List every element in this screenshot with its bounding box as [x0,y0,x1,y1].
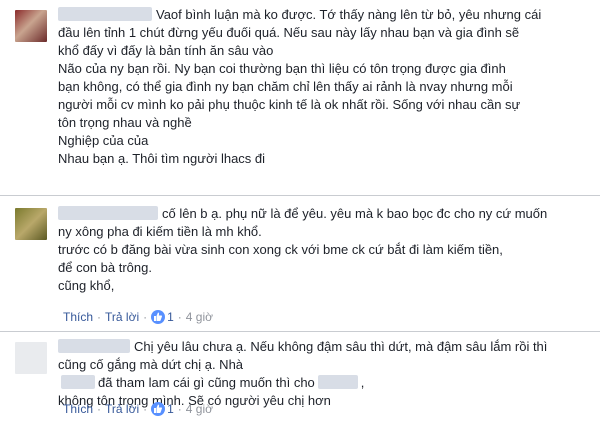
avatar[interactable] [15,208,47,240]
reply-link[interactable]: Trả lời [105,310,139,324]
like-count[interactable]: 1 [167,402,174,416]
comment-line: cũng khổ, [58,278,115,293]
thumbs-up-icon[interactable] [151,310,166,324]
comment-line: , [360,375,365,390]
like-count[interactable]: 1 [167,310,174,324]
comment-1: Vaof bình luận mà ko được. Tớ thấy nàng … [0,0,600,195]
timestamp[interactable]: 4 giờ [186,310,213,324]
avatar[interactable] [15,10,47,42]
comment-line: Nhau bạn ạ. Thôi tìm người lhacs đi [58,151,266,166]
comment-body: cố lên b ạ. phụ nữ là để yêu. yêu mà k b… [58,205,547,295]
comment-actions: Thích · Trả lời · 1 · 4 giờ [63,402,214,416]
comment-line: Nghiệp của của [58,133,149,148]
reply-link[interactable]: Trả lời [105,402,139,416]
avatar[interactable] [15,342,47,374]
comment-line: cũng cố gắng mà dứt chị ạ. Nhà [58,357,244,372]
comment-body: Vaof bình luận mà ko được. Tớ thấy nàng … [58,6,541,168]
comment-line: cố lên b ạ. phụ nữ là để yêu. yêu mà k b… [162,206,548,221]
like-link[interactable]: Thích [63,402,93,416]
comment-3: Chị yêu lâu chưa ạ. Nếu không đậm sâu th… [0,332,600,427]
comment-line: bạn không, có thể gia đình ny bạn chăm c… [58,79,513,94]
author-name-redacted[interactable] [58,206,158,220]
comment-line: khổ đấy vì đấy là bản tính ăn sâu vào [58,43,274,58]
comment-line: Vaof bình luận mà ko được. Tớ thấy nàng … [156,7,542,22]
redacted-name [61,375,95,389]
thumbs-up-icon[interactable] [151,402,166,416]
comment-line: để con bà trông. [58,260,152,275]
timestamp[interactable]: 4 giờ [186,402,213,416]
comment-line: đầu lên tỉnh 1 chút đừng yếu đuối quá. N… [58,25,520,40]
comment-thread: Vaof bình luận mà ko được. Tớ thấy nàng … [0,0,600,427]
comment-actions: Thích · Trả lời · 1 · 4 giờ [63,310,214,324]
comment-line: ny xông pha đi kiếm tiền là mh khổ. [58,224,262,239]
like-link[interactable]: Thích [63,310,93,324]
comment-line: Chị yêu lâu chưa ạ. Nếu không đậm sâu th… [134,339,548,354]
author-name-redacted[interactable] [58,7,152,21]
comment-line: Não của ny bạn rồi. Ny bạn coi thường bạ… [58,61,506,76]
comment-line: trước có b đăng bài vừa sinh con xong ck… [58,242,503,257]
comment-2: cố lên b ạ. phụ nữ là để yêu. yêu mà k b… [0,196,600,331]
author-name-redacted[interactable] [58,339,130,353]
comment-line: người mỗi cv mình ko pải phụ thuộc kinh … [58,97,521,112]
comment-line: đã tham lam cái gì cũng muốn thì cho [98,375,315,390]
comment-line: tôn trọng nhau và nghề [58,115,192,130]
redacted-name [317,375,358,389]
